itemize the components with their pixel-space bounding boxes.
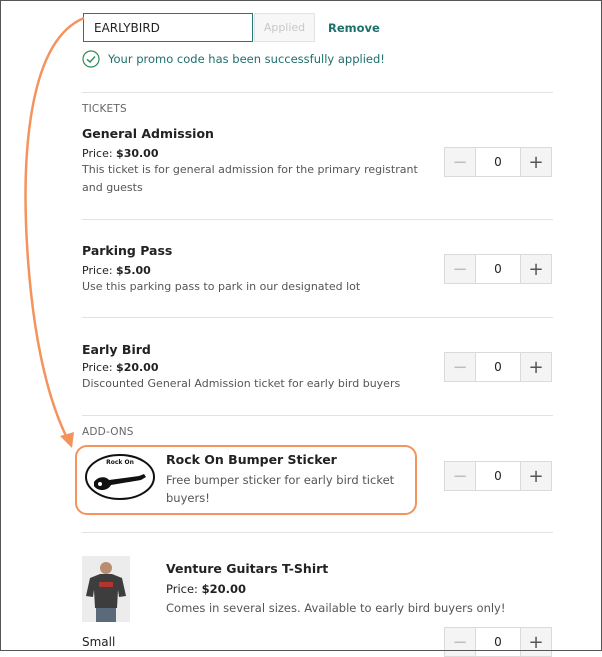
size-label: Small: [82, 635, 116, 649]
bumper-sticker-image: Rock On: [85, 454, 155, 500]
addon-name: Rock On Bumper Sticker: [166, 452, 337, 467]
quantity-stepper[interactable]: − 0 +: [444, 352, 552, 382]
decrement-button[interactable]: −: [445, 148, 476, 176]
tickets-section-label: TICKETS: [82, 103, 127, 115]
divider: [82, 92, 553, 93]
t-shirt-image: [82, 556, 130, 622]
ticket-name: General Admission: [82, 126, 214, 141]
addons-section-label: ADD-ONS: [82, 426, 134, 438]
quantity-stepper[interactable]: − 0 +: [444, 461, 552, 491]
quantity-value[interactable]: 0: [476, 628, 520, 656]
ticket-price: Price: $5.00: [82, 264, 151, 277]
check-circle-icon: [82, 50, 100, 68]
quantity-stepper[interactable]: − 0 +: [444, 147, 552, 177]
divider: [82, 317, 553, 318]
decrement-button[interactable]: −: [445, 628, 476, 656]
addon-description: Free bumper sticker for early bird ticke…: [166, 473, 395, 505]
quantity-value[interactable]: 0: [476, 353, 520, 381]
increment-button[interactable]: +: [520, 462, 551, 490]
promo-success-row: Your promo code has been successfully ap…: [82, 50, 385, 68]
quantity-stepper[interactable]: − 0 +: [444, 254, 552, 284]
quantity-value[interactable]: 0: [476, 255, 520, 283]
decrement-button[interactable]: −: [445, 462, 476, 490]
divider: [82, 219, 553, 220]
ticket-description: Use this parking pass to park in our des…: [82, 280, 361, 293]
increment-button[interactable]: +: [520, 353, 551, 381]
ticket-price: Price: $20.00: [82, 361, 159, 374]
quantity-stepper[interactable]: − 0 +: [444, 627, 552, 657]
remove-promo-link[interactable]: Remove: [328, 21, 380, 35]
applied-button[interactable]: Applied: [254, 13, 315, 42]
addon-name: Venture Guitars T-Shirt: [166, 561, 329, 576]
ticket-description: Discounted General Admission ticket for …: [82, 377, 401, 390]
callout-arrow: [24, 16, 85, 448]
divider: [82, 532, 553, 533]
ticket-name: Early Bird: [82, 342, 151, 357]
divider: [82, 415, 553, 416]
ticket-price: Price: $30.00: [82, 147, 159, 160]
decrement-button[interactable]: −: [445, 353, 476, 381]
ticket-description: This ticket is for general admission for…: [82, 163, 418, 194]
quantity-value[interactable]: 0: [476, 462, 520, 490]
decrement-button[interactable]: −: [445, 255, 476, 283]
increment-button[interactable]: +: [520, 628, 551, 656]
screenshot-frame: [0, 0, 602, 651]
ticket-name: Parking Pass: [82, 243, 173, 258]
quantity-value[interactable]: 0: [476, 148, 520, 176]
promo-success-message: Your promo code has been successfully ap…: [108, 52, 385, 66]
increment-button[interactable]: +: [520, 255, 551, 283]
promo-code-input[interactable]: [83, 13, 253, 42]
addon-description: Comes in several sizes. Available to ear…: [166, 601, 506, 615]
svg-text:Rock On: Rock On: [106, 459, 134, 466]
addon-price: Price: $20.00: [166, 582, 246, 596]
increment-button[interactable]: +: [520, 148, 551, 176]
